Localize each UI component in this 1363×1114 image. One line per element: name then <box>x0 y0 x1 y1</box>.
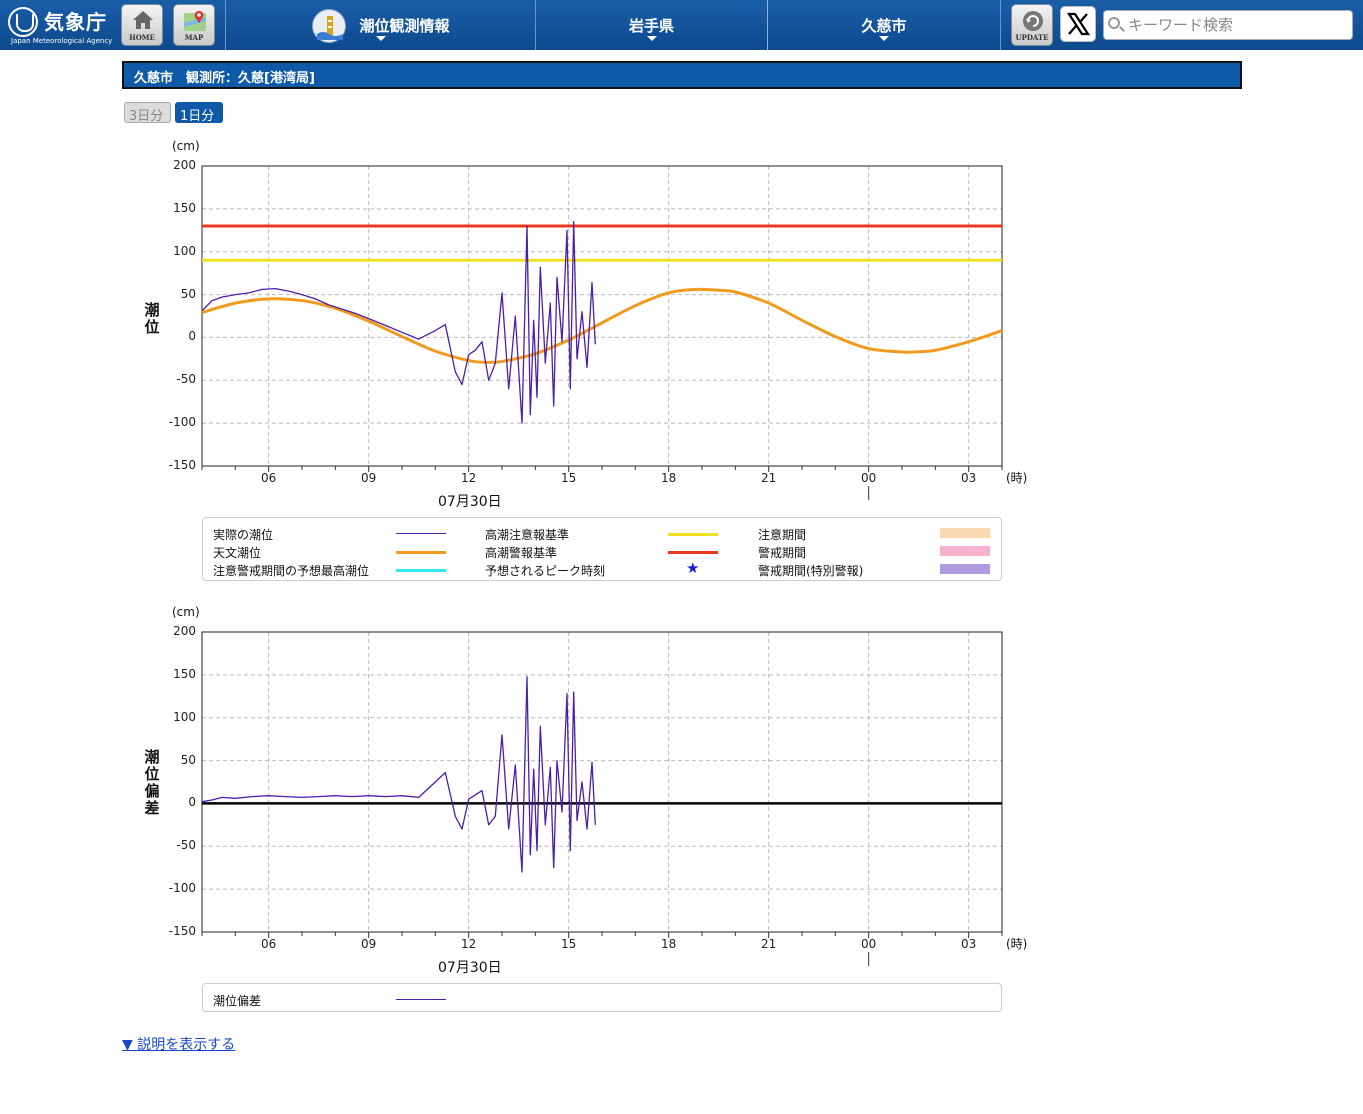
tide-deviation-chart <box>201 631 1003 966</box>
series-observed <box>201 675 596 873</box>
chart2-legend: 潮位偏差 <box>202 983 1002 1012</box>
plot-frame <box>201 631 1003 933</box>
legend-line-swatch <box>396 999 446 1000</box>
chart2-hour-unit: (時) <box>1006 937 1028 951</box>
legend-label: 潮位偏差 <box>213 994 262 1008</box>
chart2-date-label: 07月30日 <box>438 960 502 976</box>
show-explanation-link[interactable]: ▼ 説明を表示する <box>122 1034 235 1054</box>
